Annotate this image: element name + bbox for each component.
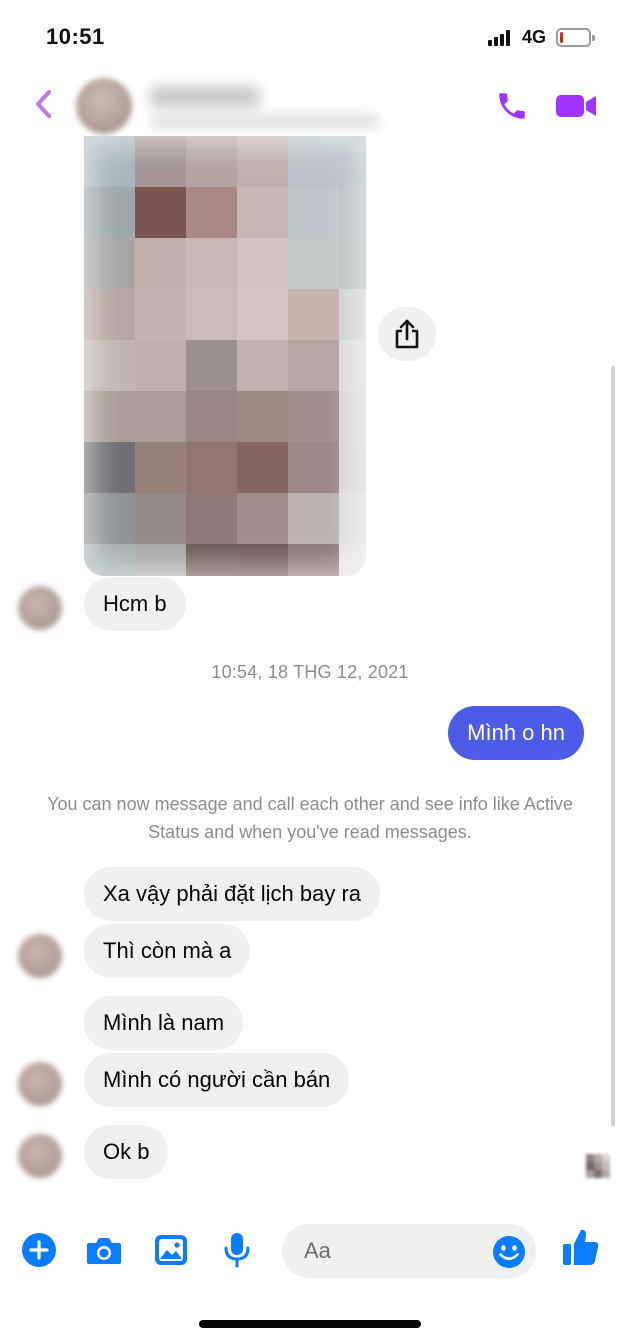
plus-icon bbox=[22, 1233, 56, 1267]
message-bubble-incoming[interactable]: Xa vậy phải đặt lịch bay ra bbox=[84, 867, 381, 921]
sender-avatar[interactable] bbox=[18, 934, 62, 978]
share-icon bbox=[395, 319, 419, 349]
like-button[interactable] bbox=[561, 1227, 601, 1267]
contact-name-redacted[interactable] bbox=[150, 86, 260, 108]
status-time: 10:51 bbox=[46, 24, 105, 49]
status-bar: 10:51 4G bbox=[0, 0, 620, 70]
video-call-button[interactable] bbox=[551, 84, 601, 128]
system-notice: You can now message and call each other … bbox=[47, 794, 573, 842]
message-composer bbox=[0, 1210, 620, 1290]
battery-fill bbox=[560, 32, 563, 43]
microphone-icon bbox=[224, 1233, 250, 1268]
home-indicator[interactable] bbox=[199, 1320, 421, 1328]
message-bubble-incoming[interactable]: Mình có người cần bán bbox=[84, 1053, 350, 1107]
scrollbar[interactable] bbox=[611, 366, 615, 1126]
message-bubble-incoming[interactable]: Thì còn mà a bbox=[84, 924, 251, 978]
phone-icon bbox=[499, 93, 525, 119]
gallery-button[interactable] bbox=[151, 1230, 191, 1270]
back-button[interactable] bbox=[28, 84, 60, 124]
voice-button[interactable] bbox=[217, 1230, 257, 1270]
seen-indicator-avatar bbox=[586, 1154, 610, 1178]
chat-header bbox=[0, 70, 620, 142]
image-icon bbox=[155, 1235, 187, 1265]
chevron-left-icon bbox=[36, 90, 51, 118]
contact-status-redacted bbox=[150, 114, 380, 128]
message-bubble-incoming[interactable]: Mình là nam bbox=[84, 996, 244, 1050]
video-camera-icon bbox=[556, 95, 596, 117]
message-timestamp: 10:54, 18 THG 12, 2021 bbox=[211, 662, 409, 682]
camera-icon bbox=[87, 1238, 121, 1264]
message-bubble-outgoing[interactable]: Mình o hn bbox=[448, 706, 584, 760]
contact-avatar[interactable] bbox=[76, 78, 132, 134]
sender-avatar[interactable] bbox=[18, 1062, 62, 1106]
sender-avatar[interactable] bbox=[18, 1134, 62, 1178]
more-actions-button[interactable] bbox=[19, 1230, 59, 1270]
signal-icon bbox=[488, 30, 514, 46]
call-button[interactable] bbox=[490, 84, 534, 128]
network-type: 4G bbox=[522, 27, 547, 47]
sender-avatar[interactable] bbox=[18, 586, 62, 630]
camera-button[interactable] bbox=[84, 1230, 124, 1270]
message-bubble-incoming[interactable]: Ok b bbox=[84, 1125, 169, 1179]
share-button[interactable] bbox=[378, 307, 436, 361]
shared-media-image[interactable] bbox=[84, 136, 366, 576]
emoji-icon bbox=[493, 1236, 525, 1268]
battery-icon bbox=[556, 28, 595, 47]
emoji-button[interactable] bbox=[492, 1235, 526, 1269]
message-bubble-incoming[interactable]: Hcm b bbox=[84, 577, 186, 631]
thumbs-up-icon bbox=[563, 1229, 599, 1265]
